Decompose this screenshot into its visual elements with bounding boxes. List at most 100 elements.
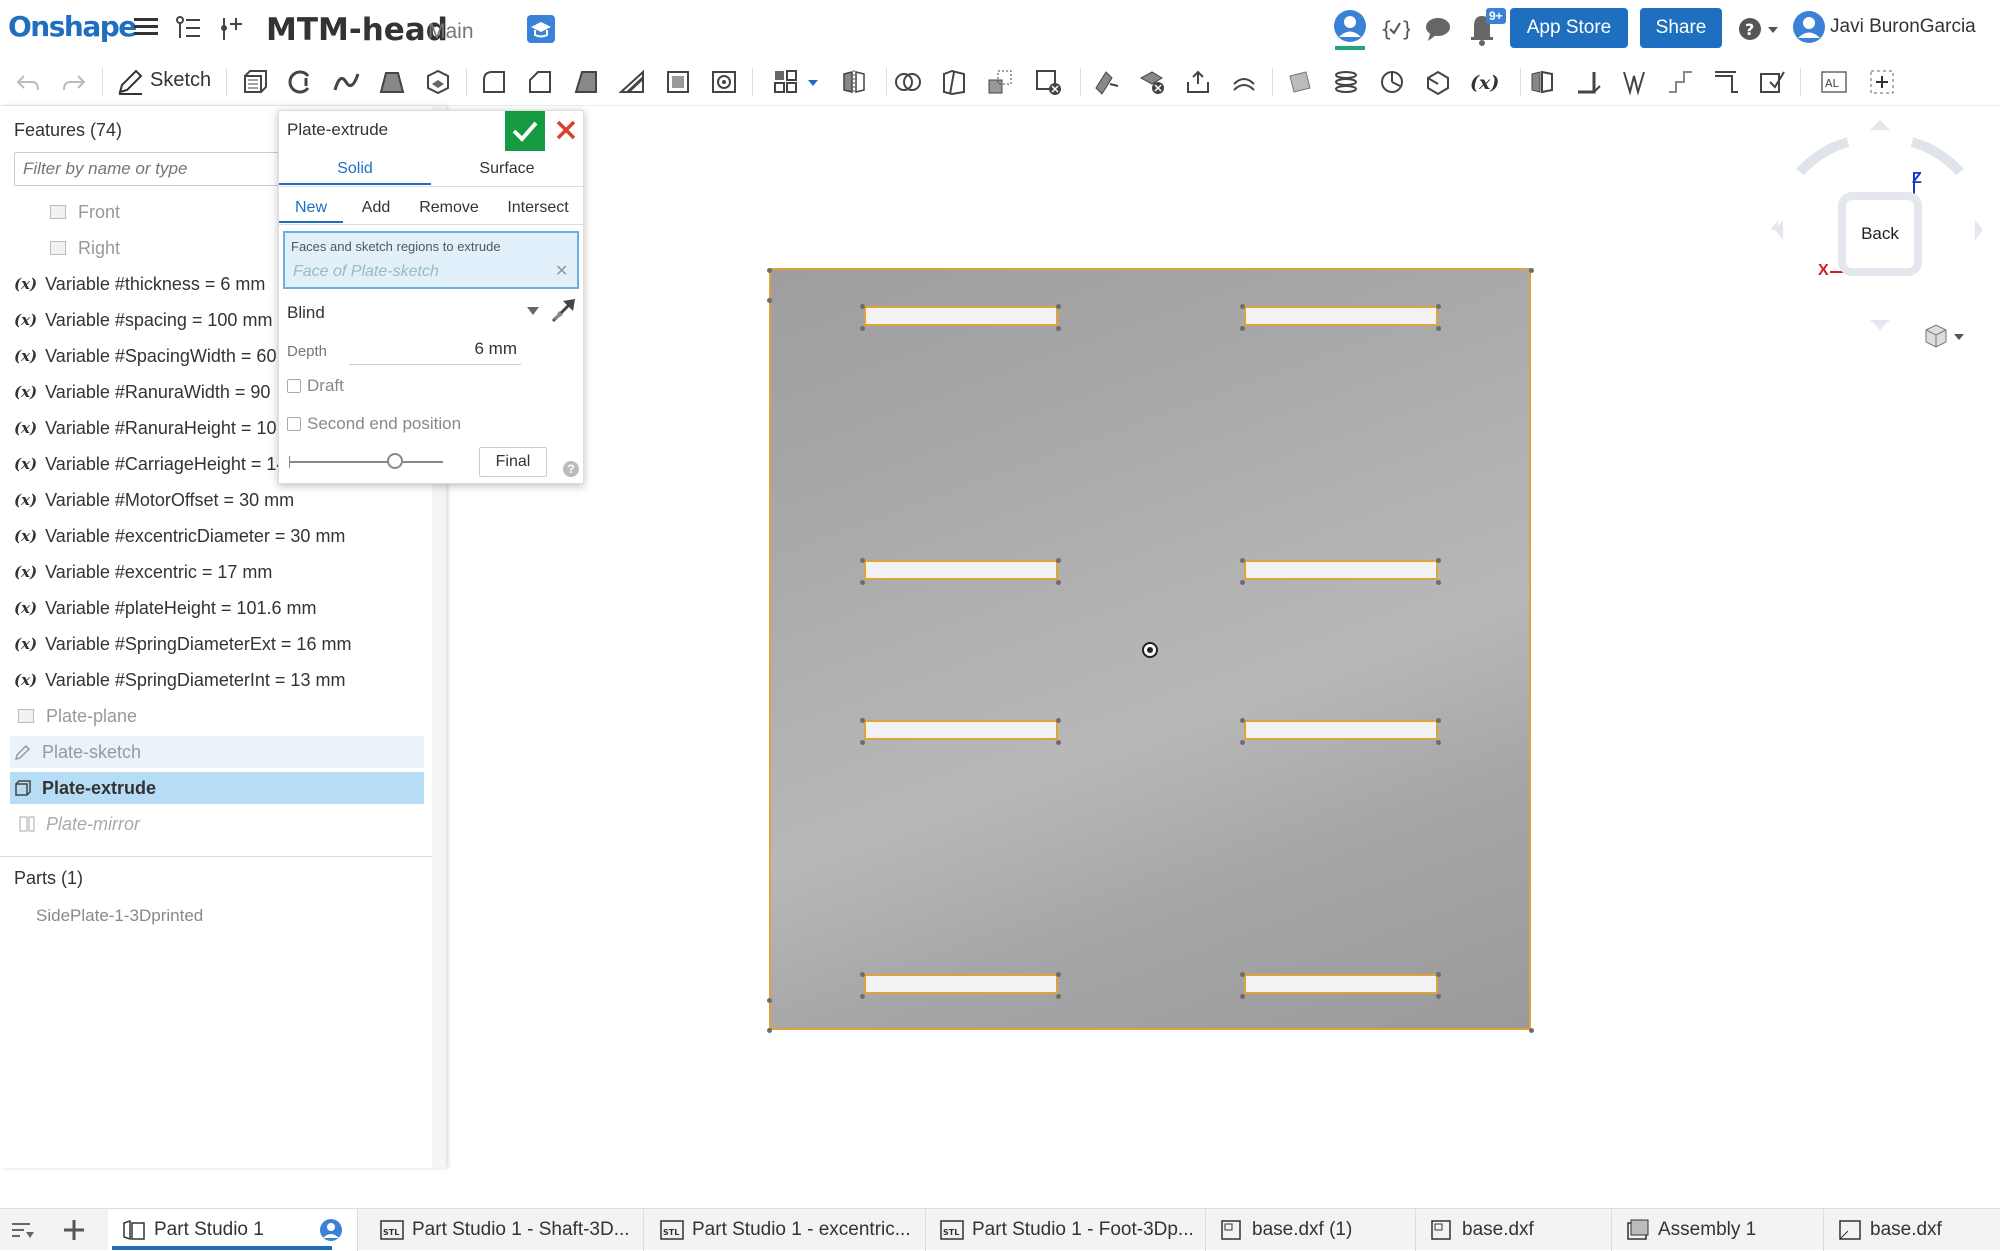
sketch-vertex[interactable] <box>1436 994 1441 999</box>
sketch-vertex[interactable] <box>1436 740 1441 745</box>
feature-item-variable[interactable]: (x) Variable #spacing = 100 mm <box>14 304 272 336</box>
sketch-vertex[interactable] <box>1436 558 1441 563</box>
feature-item-plate-plane[interactable]: Plate-plane <box>18 700 137 732</box>
boolean-icon[interactable] <box>894 68 922 96</box>
sketch-vertex[interactable] <box>1056 558 1061 563</box>
sketch-vertex[interactable] <box>1056 304 1061 309</box>
sketch-pencil-icon[interactable] <box>116 68 144 96</box>
comments-icon[interactable] <box>1424 14 1454 44</box>
parts-header[interactable]: Parts (1) <box>14 868 83 889</box>
second-end-checkbox[interactable] <box>287 417 301 431</box>
sketch-vertex[interactable] <box>1436 304 1441 309</box>
feature-item-variable[interactable]: (x) Variable #MotorOffset = 30 mm <box>14 484 294 516</box>
sketch-vertex[interactable] <box>767 298 772 303</box>
split-icon[interactable] <box>940 68 968 96</box>
feature-item-plate-sketch[interactable]: Plate-sketch <box>10 736 424 768</box>
sketch-button-label[interactable]: Sketch <box>150 69 211 92</box>
sketch-vertex[interactable] <box>1056 580 1061 585</box>
slot-outline[interactable] <box>864 720 1058 740</box>
assembly-link-icon[interactable]: AL <box>1820 68 1848 96</box>
featurescript-icon[interactable]: {} <box>1380 14 1414 44</box>
sketch-vertex[interactable] <box>767 998 772 1003</box>
sweep-icon[interactable] <box>332 68 360 96</box>
sketch-vertex[interactable] <box>1436 580 1441 585</box>
loft-icon[interactable] <box>378 68 406 96</box>
app-store-button[interactable]: App Store <box>1510 8 1628 48</box>
document-title[interactable]: MTM-head <box>266 12 448 48</box>
delete-face-icon[interactable] <box>1138 68 1166 96</box>
sketch-vertex[interactable] <box>1240 718 1245 723</box>
finish-sheet-metal-icon[interactable] <box>1758 68 1786 96</box>
tab-base-dxf[interactable]: base.dxf <box>1416 1209 1612 1251</box>
sketch-vertex[interactable] <box>1056 994 1061 999</box>
sketch-vertex[interactable] <box>860 994 865 999</box>
tab-foot-stl[interactable]: STL Part Studio 1 - Foot-3Dp... <box>926 1209 1206 1251</box>
slot-outline[interactable] <box>864 306 1058 326</box>
slot-outline[interactable] <box>1244 560 1438 580</box>
sketch-vertex[interactable] <box>1240 740 1245 745</box>
sketch-vertex[interactable] <box>1529 268 1534 273</box>
view-options-icon[interactable] <box>1922 322 1972 350</box>
feature-item-variable[interactable]: (x) Variable #excentric = 17 mm <box>14 556 272 588</box>
hamburger-menu-icon[interactable] <box>134 16 158 38</box>
sketch-vertex[interactable] <box>860 972 865 977</box>
pattern-icon[interactable] <box>772 68 800 96</box>
slot-outline[interactable] <box>1244 974 1438 994</box>
tab-icon[interactable] <box>1666 68 1694 96</box>
hole-icon[interactable] <box>710 68 738 96</box>
share-button[interactable]: Share <box>1640 8 1722 48</box>
thicken-icon[interactable] <box>424 68 452 96</box>
sketch-vertex[interactable] <box>1056 718 1061 723</box>
rib-icon[interactable] <box>618 68 646 96</box>
feature-item-front-plane[interactable]: Front <box>50 196 120 228</box>
hem-icon[interactable] <box>1620 68 1648 96</box>
branch-name[interactable]: Main <box>428 20 474 44</box>
rollback-slider-handle[interactable] <box>387 453 403 469</box>
tab-assembly-1[interactable]: Assembly 1 <box>1612 1209 1824 1251</box>
feature-item-variable[interactable]: (x) Variable #RanuraHeight = 10 <box>14 412 276 444</box>
feature-item-variable[interactable]: (x) Variable #SpringDiameterInt = 13 mm <box>14 664 345 696</box>
mate-connector-icon[interactable] <box>1378 68 1406 96</box>
sketch-vertex[interactable] <box>767 268 772 273</box>
tab-excentric-stl[interactable]: STL Part Studio 1 - excentric... <box>646 1209 926 1251</box>
replace-face-icon[interactable] <box>1184 68 1212 96</box>
learning-center-icon[interactable] <box>526 14 556 44</box>
origin-icon[interactable] <box>1142 642 1158 658</box>
draft-icon[interactable] <box>572 68 600 96</box>
op-tab-new[interactable]: New <box>279 195 343 223</box>
feature-item-variable[interactable]: (x) Variable #excentricDiameter = 30 mm <box>14 520 345 552</box>
sketch-vertex[interactable] <box>1056 740 1061 745</box>
feature-filter-input[interactable] <box>14 152 314 186</box>
add-tab-icon[interactable] <box>62 1218 86 1242</box>
slot-outline[interactable] <box>1244 306 1438 326</box>
sketch-vertex[interactable] <box>860 718 865 723</box>
view-cube[interactable]: Back Z X <box>1770 120 2000 350</box>
undo-icon[interactable] <box>14 68 42 96</box>
notifications-bell-icon[interactable]: 9+ <box>1466 8 1506 48</box>
feature-item-variable[interactable]: (x) Variable #plateHeight = 101.6 mm <box>14 592 316 624</box>
pattern-dropdown-icon[interactable] <box>806 68 820 96</box>
sketch-vertex[interactable] <box>767 1028 772 1033</box>
variable-icon[interactable]: (x) <box>1470 68 1499 96</box>
feature-item-variable[interactable]: (x) Variable #thickness = 6 mm <box>14 268 265 300</box>
help-icon[interactable]: ? <box>1738 16 1782 42</box>
draft-checkbox[interactable] <box>287 379 301 393</box>
feature-item-plate-extrude[interactable]: Plate-extrude <box>10 772 424 804</box>
bend-relief-icon[interactable] <box>1712 68 1740 96</box>
sketch-vertex[interactable] <box>860 580 865 585</box>
sketch-vertex[interactable] <box>1056 972 1061 977</box>
tab-base-dxf-drawing[interactable]: base.dxf <box>1824 1209 2000 1251</box>
sketch-vertex[interactable] <box>1240 304 1245 309</box>
offset-surface-icon[interactable] <box>1230 68 1258 96</box>
revolve-icon[interactable] <box>286 68 314 96</box>
slot-outline[interactable] <box>1244 720 1438 740</box>
sketch-vertex[interactable] <box>860 740 865 745</box>
tab-part-studio-1[interactable]: Part Studio 1 <box>108 1209 358 1251</box>
sheet-metal-model-icon[interactable] <box>1528 68 1556 96</box>
feature-item-right-plane[interactable]: Right <box>50 232 120 264</box>
branch-icon[interactable] <box>216 14 244 42</box>
chamfer-icon[interactable] <box>526 68 554 96</box>
sketch-vertex[interactable] <box>1056 326 1061 331</box>
tab-base-dxf-1[interactable]: base.dxf (1) <box>1206 1209 1416 1251</box>
delete-part-icon[interactable] <box>1034 68 1062 96</box>
